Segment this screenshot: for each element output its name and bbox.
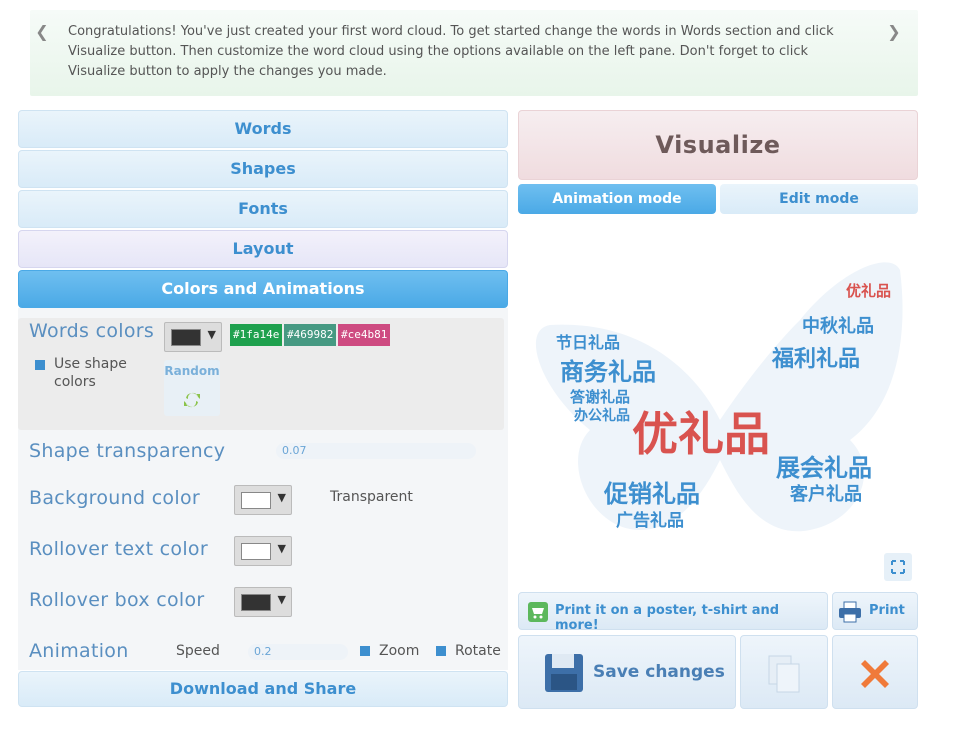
cloud-word[interactable]: 答谢礼品 bbox=[570, 388, 630, 406]
background-color-picker[interactable]: ▼ bbox=[234, 485, 292, 515]
cloud-word[interactable]: 优礼品 bbox=[846, 282, 891, 300]
download-share-button[interactable]: Download and Share bbox=[18, 671, 508, 707]
rollover-box-color-label: Rollover box color bbox=[29, 589, 205, 611]
word-cloud[interactable]: 商务礼品 节日礼品 答谢礼品 办公礼品 优礼品 中秋礼品 福利礼品 优礼品 展会… bbox=[520, 230, 920, 570]
speed-slider[interactable]: 0.2 bbox=[248, 644, 348, 660]
cloud-word[interactable]: 客户礼品 bbox=[790, 483, 862, 505]
shape-transparency-slider[interactable]: 0.07 bbox=[276, 443, 476, 459]
notice-message: Congratulations! You've just created you… bbox=[68, 24, 834, 79]
dropdown-arrow-icon: ▼ bbox=[277, 593, 286, 606]
use-shape-colors-label-2: colors bbox=[54, 374, 96, 390]
accordion-fonts[interactable]: Fonts bbox=[18, 190, 508, 228]
print-poster-label: Print it on a poster, t-shirt and more! bbox=[555, 603, 780, 633]
rollover-box-color-picker[interactable]: ▼ bbox=[234, 587, 292, 617]
random-colors-button[interactable]: Random bbox=[164, 360, 220, 416]
shape-transparency-value: 0.07 bbox=[282, 444, 307, 457]
use-shape-colors-checkbox[interactable] bbox=[35, 360, 45, 370]
close-icon bbox=[861, 660, 889, 688]
cloud-word[interactable]: 广告礼品 bbox=[616, 510, 684, 531]
words-color-picker[interactable]: ▼ bbox=[164, 322, 222, 352]
save-changes-button[interactable]: Save changes bbox=[518, 635, 736, 709]
next-arrow-icon[interactable]: ❯ bbox=[884, 22, 904, 41]
cart-icon bbox=[528, 602, 548, 622]
rotate-checkbox[interactable] bbox=[436, 646, 446, 656]
dropdown-arrow-icon: ▼ bbox=[207, 328, 216, 341]
rollover-box-color-swatch bbox=[241, 594, 271, 611]
cloud-word[interactable]: 促销礼品 bbox=[603, 480, 700, 508]
accordion-layout[interactable]: Layout bbox=[18, 230, 508, 268]
cloud-word[interactable]: 福利礼品 bbox=[771, 346, 860, 372]
speed-value: 0.2 bbox=[254, 645, 272, 658]
cloud-word[interactable]: 展会礼品 bbox=[776, 454, 872, 482]
shape-transparency-label: Shape transparency bbox=[29, 440, 226, 462]
printer-icon bbox=[839, 601, 861, 623]
accordion-words[interactable]: Words bbox=[18, 110, 508, 148]
copy-button[interactable] bbox=[740, 635, 828, 709]
use-shape-colors-label: Use shape bbox=[54, 356, 127, 372]
save-changes-label: Save changes bbox=[593, 662, 725, 682]
fullscreen-button[interactable] bbox=[884, 553, 912, 581]
zoom-label: Zoom bbox=[379, 643, 420, 659]
background-color-swatch bbox=[241, 492, 271, 509]
accordion-shapes[interactable]: Shapes bbox=[18, 150, 508, 188]
copy-icon bbox=[768, 655, 800, 693]
animation-mode-tab[interactable]: Animation mode bbox=[518, 184, 716, 214]
cloud-word[interactable]: 优礼品 bbox=[632, 407, 770, 461]
dropdown-arrow-icon: ▼ bbox=[277, 542, 286, 555]
accordion-colors-animations[interactable]: Colors and Animations bbox=[18, 270, 508, 308]
animation-label: Animation bbox=[29, 640, 129, 662]
words-colors-label: Words colors bbox=[29, 320, 155, 342]
notice-banner: ❮ Congratulations! You've just created y… bbox=[30, 10, 918, 96]
rotate-label: Rotate bbox=[455, 643, 501, 659]
color-chip[interactable]: #469982 bbox=[284, 324, 337, 346]
print-label: Print bbox=[869, 603, 905, 618]
random-label: Random bbox=[164, 364, 220, 378]
rollover-text-color-swatch bbox=[241, 543, 271, 560]
cloud-word[interactable]: 节日礼品 bbox=[556, 333, 620, 352]
expand-icon bbox=[891, 560, 905, 574]
transparent-label[interactable]: Transparent bbox=[330, 489, 413, 505]
edit-mode-tab[interactable]: Edit mode bbox=[720, 184, 918, 214]
speed-label: Speed bbox=[176, 643, 220, 659]
background-color-label: Background color bbox=[29, 487, 200, 509]
visualize-button[interactable]: Visualize bbox=[518, 110, 918, 180]
cloud-word[interactable]: 商务礼品 bbox=[560, 358, 656, 386]
print-button[interactable]: Print bbox=[832, 592, 918, 630]
floppy-disk-icon bbox=[545, 654, 583, 692]
delete-button[interactable] bbox=[832, 635, 918, 709]
cloud-word[interactable]: 办公礼品 bbox=[574, 407, 630, 424]
prev-arrow-icon[interactable]: ❮ bbox=[32, 22, 52, 41]
words-color-swatch bbox=[171, 329, 201, 346]
color-chip[interactable]: #ce4b81 bbox=[338, 324, 391, 346]
rollover-text-color-label: Rollover text color bbox=[29, 538, 208, 560]
refresh-icon bbox=[184, 392, 200, 408]
print-poster-button[interactable]: Print it on a poster, t-shirt and more! bbox=[518, 592, 828, 633]
rollover-text-color-picker[interactable]: ▼ bbox=[234, 536, 292, 566]
cloud-word[interactable]: 中秋礼品 bbox=[802, 315, 874, 337]
color-chip[interactable]: #1fa14e bbox=[230, 324, 283, 346]
zoom-checkbox[interactable] bbox=[360, 646, 370, 656]
dropdown-arrow-icon: ▼ bbox=[277, 491, 286, 504]
